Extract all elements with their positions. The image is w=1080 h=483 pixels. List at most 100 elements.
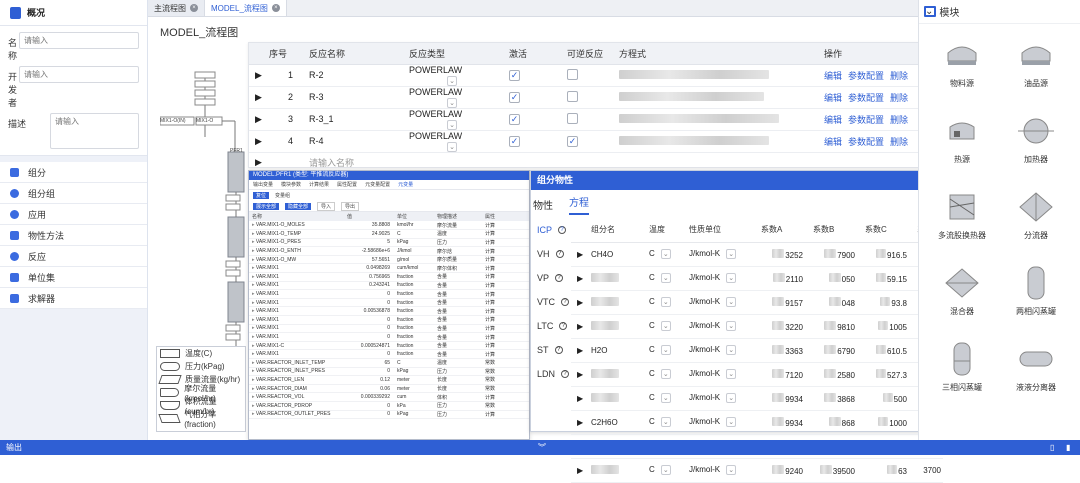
table-row[interactable]: ▸ VAR.MIX1-O_MW 57.5651 g/mol 摩尔质量 计算: [249, 255, 529, 265]
help-icon[interactable]: ?: [555, 250, 564, 258]
pfr-menu-item[interactable]: 模块参数: [281, 181, 301, 188]
table-row[interactable]: ▸ VAR.REACTOR_OUTLET_PRES 0 kPag 压力 计算: [249, 410, 529, 420]
chevron-down-icon[interactable]: ⌄: [447, 141, 457, 152]
var-value[interactable]: 0.00536878: [344, 306, 394, 317]
coef-c[interactable]: 1005: [859, 314, 911, 339]
expand-icon[interactable]: ▶: [571, 362, 585, 387]
table-row[interactable]: ▸ VAR.MIX1-C 0.000524871 fraction 含量 计算: [249, 341, 529, 351]
sidebar-item-component-groups[interactable]: 组分组: [0, 183, 147, 204]
chevron-down-icon[interactable]: ⌄: [447, 75, 457, 86]
module-item[interactable]: 加热器: [1005, 112, 1067, 172]
expand-icon[interactable]: ▶: [571, 290, 585, 315]
expand-icon[interactable]: ▶: [571, 458, 585, 483]
chevron-down-icon[interactable]: ⌄: [660, 249, 671, 259]
chevron-down-icon[interactable]: ⌄: [447, 97, 457, 108]
reversible-checkbox[interactable]: [561, 86, 613, 109]
unit-select[interactable]: J/kmol-K⌄: [683, 458, 755, 483]
tab-equations[interactable]: 方程: [569, 194, 589, 215]
coef-b[interactable]: 048: [807, 290, 859, 315]
config-link[interactable]: 参数配置: [848, 93, 884, 103]
var-value[interactable]: 0.0498269: [344, 263, 394, 274]
help-icon[interactable]: ?: [559, 322, 568, 330]
overview-header[interactable]: 概况: [0, 0, 147, 26]
close-icon[interactable]: ×: [190, 4, 198, 12]
expand-icon[interactable]: ▶: [571, 266, 585, 291]
table-row[interactable]: ▸ VAR.REACTOR_INLET_PRES 0 kPag 压力 常数: [249, 367, 529, 377]
sidebar-item-property-methods[interactable]: 物性方法: [0, 225, 147, 246]
help-icon[interactable]: ?: [558, 226, 567, 234]
var-value[interactable]: 0: [344, 367, 394, 377]
edit-link[interactable]: 编辑: [824, 71, 842, 81]
temp-select[interactable]: C⌄: [643, 362, 683, 387]
table-row[interactable]: ▶ 3 R-3_1 POWERLAW⌄ ✓ 编辑 参数配置 删除: [249, 108, 937, 131]
chevron-down-icon[interactable]: ⌄: [726, 417, 737, 427]
table-row[interactable]: ▸ VAR.MIX1 0 fraction 含量 计算: [249, 332, 529, 342]
var-value[interactable]: 35.8808: [344, 221, 394, 231]
coef-c[interactable]: 93.8: [859, 290, 911, 315]
help-icon[interactable]: ?: [555, 274, 564, 282]
temp-select[interactable]: C⌄: [643, 242, 683, 267]
delete-link[interactable]: 删除: [890, 115, 908, 125]
cp-side-item[interactable]: ICP?: [531, 218, 571, 242]
table-row[interactable]: ▶ 4 R-4 POWERLAW⌄ ✓ ✓ 编辑 参数配置 删除: [249, 130, 937, 153]
cp-side-item[interactable]: ST?: [531, 338, 571, 362]
module-item[interactable]: 三相闪蒸罐: [931, 340, 993, 400]
developer-input[interactable]: [19, 66, 139, 83]
reaction-type[interactable]: POWERLAW⌄: [403, 86, 503, 109]
var-value[interactable]: 0: [344, 401, 394, 411]
edit-link[interactable]: 编辑: [824, 115, 842, 125]
help-icon[interactable]: ?: [561, 370, 570, 378]
expand-icon[interactable]: ▶: [571, 338, 585, 363]
copy-icon[interactable]: ▯: [1050, 440, 1054, 455]
pfr-menu-item[interactable]: 元变量配置: [365, 181, 390, 188]
table-row[interactable]: ▸ VAR.MIX1 0.243241 fraction 含量 计算: [249, 281, 529, 291]
module-item[interactable]: 液液分离器: [1005, 340, 1067, 400]
coef-b[interactable]: 3868: [807, 386, 859, 411]
table-row[interactable]: ▸ VAR.MIX1 0.756965 fraction 含量 计算: [249, 272, 529, 282]
chevron-down-icon[interactable]: ⌄: [660, 321, 671, 331]
var-value[interactable]: 0.12: [344, 375, 394, 385]
module-item[interactable]: 热源: [931, 112, 993, 172]
active-checkbox[interactable]: ✓: [503, 108, 561, 131]
table-row[interactable]: ▸ VAR.MIX1 0.00536878 fraction 含量 计算: [249, 306, 529, 317]
cp-side-item[interactable]: VP?: [531, 266, 571, 290]
var-value[interactable]: 0.000524871: [344, 341, 394, 351]
module-header[interactable]: ⌄ 模块: [919, 0, 1080, 24]
module-item[interactable]: 油品源: [1005, 36, 1067, 96]
chevron-down-icon[interactable]: ⌄: [726, 369, 737, 379]
coef-a[interactable]: 3252: [755, 242, 807, 267]
var-value[interactable]: 0: [344, 324, 394, 334]
pfr-menu-item[interactable]: 计算结果: [309, 181, 329, 188]
chevron-down-icon[interactable]: ⌄: [660, 273, 671, 283]
coef-a[interactable]: 2110: [755, 266, 807, 291]
var-value[interactable]: 0: [344, 315, 394, 325]
table-row[interactable]: ▶ 2 R-3 POWERLAW⌄ ✓ 编辑 参数配置 删除: [249, 86, 937, 109]
temp-select[interactable]: C⌄: [643, 266, 683, 291]
help-icon[interactable]: ?: [561, 298, 569, 306]
name-input[interactable]: [19, 32, 139, 49]
chevron-down-icon[interactable]: ⌄: [726, 321, 737, 331]
expand-icon[interactable]: ▶: [571, 242, 585, 267]
active-checkbox[interactable]: ✓: [503, 64, 561, 87]
module-item[interactable]: 分流器: [1005, 188, 1067, 248]
coef-c[interactable]: 63: [859, 458, 911, 483]
var-value[interactable]: 0.000339292: [344, 392, 394, 402]
chevron-down-icon[interactable]: ⌄: [660, 417, 671, 427]
coef-c[interactable]: 610.5: [859, 338, 911, 363]
coef-a[interactable]: 7120: [755, 362, 807, 387]
table-row[interactable]: ▶C⌄J/kmol-K⌄915704893.807: [571, 290, 943, 315]
unit-select[interactable]: J/kmol-K⌄: [683, 410, 755, 435]
config-link[interactable]: 参数配置: [848, 115, 884, 125]
unit-select[interactable]: J/kmol-K⌄: [683, 242, 755, 267]
table-row[interactable]: ▶H2OC⌄J/kmol-K⌄33636790610.5096: [571, 338, 943, 363]
var-value[interactable]: 0: [344, 410, 394, 420]
export-button[interactable]: 导出: [341, 201, 360, 211]
table-row[interactable]: ▶ 1 R-2 POWERLAW⌄ ✓ 编辑 参数配置 删除: [249, 64, 937, 87]
chevron-down-icon[interactable]: ⌄: [726, 249, 737, 259]
chevron-down-icon[interactable]: ⌄: [660, 297, 671, 307]
table-row[interactable]: ▸ VAR.MIX1 0 fraction 含量 计算: [249, 324, 529, 334]
reaction-type[interactable]: POWERLAW⌄: [403, 130, 503, 153]
pfr-window[interactable]: MODEL.PFR1 (类型: 平推流反应器) 输出变量 模块参数 计算结果 属…: [248, 170, 530, 440]
new-reaction-input[interactable]: 请输入名称: [303, 152, 937, 173]
var-value[interactable]: 0: [344, 289, 394, 299]
